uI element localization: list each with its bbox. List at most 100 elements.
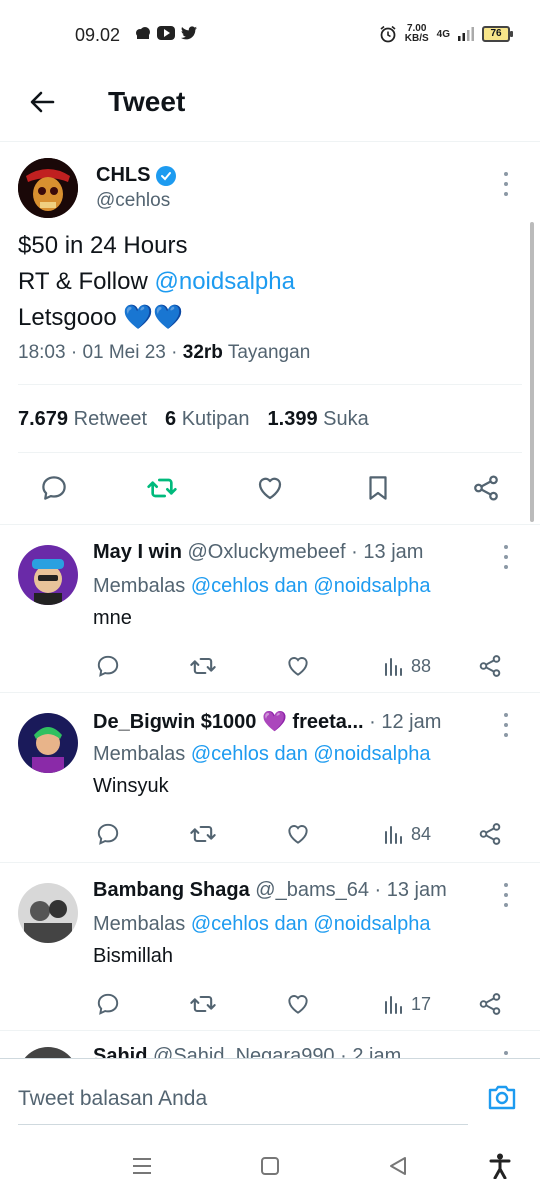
retweet-button[interactable] (189, 989, 217, 1019)
camera-icon (488, 1085, 516, 1110)
back-button[interactable] (24, 84, 60, 120)
status-time: 09.02 (75, 25, 121, 45)
network-speed: 7.00 KB/S (404, 23, 429, 44)
retweet-button[interactable] (189, 651, 217, 681)
more-options-icon[interactable] (496, 1051, 516, 1058)
replying-to: Membalas @cehlos dan @noidsalpha (93, 913, 431, 935)
square-home-icon (261, 1157, 279, 1175)
triangle-back-icon (390, 1157, 406, 1175)
reply-time: 13 jam (386, 879, 447, 901)
retweet-icon (147, 478, 177, 498)
heart-icon (288, 825, 308, 844)
avatar[interactable] (18, 1047, 78, 1058)
more-options-icon[interactable] (496, 172, 516, 196)
share-icon (479, 655, 501, 677)
share-button[interactable] (477, 989, 503, 1019)
tweet-actions (0, 468, 540, 508)
like-button[interactable] (285, 651, 311, 681)
reply-header: Sahid @Sahid_Negara990 · 2 jam (93, 1045, 402, 1058)
reply-author-handle[interactable]: @Oxluckymebeef (187, 541, 345, 563)
like-button[interactable] (285, 989, 311, 1019)
share-button[interactable] (477, 819, 503, 849)
reply-button[interactable] (95, 819, 121, 849)
analytics-icon (385, 826, 402, 844)
top-app-bar: Tweet (0, 70, 540, 142)
home-button[interactable] (256, 1152, 284, 1180)
share-button[interactable] (477, 651, 503, 681)
reply-composer (0, 1058, 540, 1128)
reply-actions: 17 (93, 989, 513, 1019)
share-icon (479, 993, 501, 1015)
status-bar: 09.02 7.00 KB/S 4G 76 (0, 0, 540, 70)
battery-indicator: 76 (482, 26, 513, 42)
accessibility-icon (489, 1153, 511, 1179)
tweet-timestamp: 18:03 · 01 Mei 23 · 32rb Tayangan (18, 342, 311, 363)
reply-author-name[interactable]: De_Bigwin $1000 💜 freeta... (93, 711, 364, 733)
avatar[interactable] (18, 883, 78, 943)
network-type: 4G (436, 28, 450, 40)
more-options-icon[interactable] (496, 883, 516, 907)
reply-item[interactable]: Bambang Shaga @_bams_64 · 13 jam Membala… (0, 862, 540, 1032)
quote-count[interactable]: 6 Kutipan (165, 408, 250, 431)
heart-icon (288, 995, 308, 1014)
retweet-count[interactable]: 7.679 Retweet (18, 408, 147, 431)
scrollbar[interactable] (530, 222, 534, 522)
reply-header: De_Bigwin $1000 💜 freeta... · 12 jam (93, 711, 442, 733)
more-options-icon[interactable] (496, 713, 516, 737)
reply-item[interactable]: De_Bigwin $1000 💜 freeta... · 12 jam Mem… (0, 692, 540, 862)
like-button[interactable] (285, 819, 311, 849)
reply-input[interactable] (18, 1073, 468, 1125)
reply-author-name[interactable]: May I win (93, 541, 182, 563)
bookmark-icon (369, 476, 387, 500)
alarm-icon (380, 25, 396, 43)
share-icon (479, 823, 501, 845)
views-button[interactable]: 88 (383, 651, 431, 681)
retweet-icon (190, 995, 216, 1013)
retweet-icon (190, 825, 216, 843)
system-nav-bar (0, 1128, 540, 1200)
retweet-button[interactable] (142, 468, 182, 508)
menu-lines-icon (133, 1158, 151, 1174)
reply-actions: 84 (93, 819, 513, 849)
camera-button[interactable] (486, 1081, 518, 1113)
reply-author-handle[interactable]: @_bams_64 (255, 879, 369, 901)
reply-button[interactable] (95, 989, 121, 1019)
recent-apps-button[interactable] (128, 1152, 156, 1180)
retweet-button[interactable] (189, 819, 217, 849)
author-handle[interactable]: @cehlos (96, 190, 170, 212)
reply-header: May I win @Oxluckymebeef · 13 jam (93, 541, 424, 563)
like-button[interactable] (250, 468, 290, 508)
page-title: Tweet (108, 86, 186, 117)
reply-button[interactable] (34, 468, 74, 508)
cloud-notification-icon (136, 27, 150, 39)
reply-item[interactable]: Sahid @Sahid_Negara990 · 2 jam (0, 1030, 540, 1058)
reply-author-name[interactable]: Bambang Shaga (93, 879, 250, 901)
reply-time: 12 jam (381, 711, 442, 733)
reply-header: Bambang Shaga @_bams_64 · 13 jam (93, 879, 447, 901)
more-options-icon[interactable] (496, 545, 516, 569)
reply-button[interactable] (95, 651, 121, 681)
avatar[interactable] (18, 713, 78, 773)
views-button[interactable]: 84 (383, 819, 431, 849)
mention-link[interactable]: @noidsalpha (155, 268, 295, 295)
divider (18, 452, 522, 453)
views-button[interactable]: 17 (383, 989, 431, 1019)
replying-to: Membalas @cehlos dan @noidsalpha (93, 743, 431, 765)
replying-to: Membalas @cehlos dan @noidsalpha (93, 575, 431, 597)
like-count[interactable]: 1.399 Suka (268, 408, 369, 431)
analytics-icon (385, 658, 402, 676)
accessibility-button[interactable] (486, 1152, 514, 1180)
avatar[interactable] (18, 158, 78, 218)
heart-icon (288, 657, 308, 676)
back-nav-button[interactable] (384, 1152, 412, 1180)
heart-icon (258, 477, 282, 500)
comment-icon (97, 823, 119, 845)
reply-text: Bismillah (93, 945, 174, 967)
comment-icon (97, 655, 119, 677)
avatar[interactable] (18, 545, 78, 605)
tweet-text: $50 in 24 Hours RT & Follow @noidsalpha … (18, 232, 295, 331)
share-button[interactable] (466, 468, 506, 508)
reply-item[interactable]: May I win @Oxluckymebeef · 13 jam Membal… (0, 524, 540, 694)
bookmark-button[interactable] (358, 468, 398, 508)
author-name[interactable]: CHLS (96, 164, 177, 187)
